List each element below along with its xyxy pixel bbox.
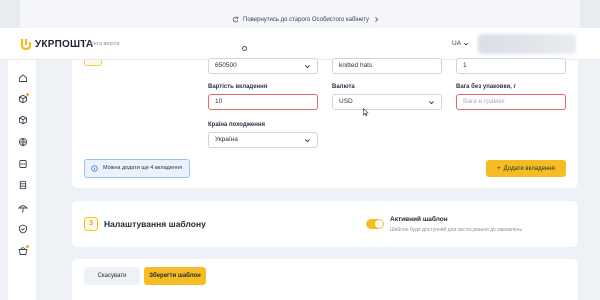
- origin-select[interactable]: Україна: [208, 132, 318, 148]
- globe-icon[interactable]: [18, 137, 28, 147]
- plus-icon: +: [497, 165, 501, 172]
- active-template-description: Шаблон буде доступний для застосування д…: [390, 227, 523, 233]
- step-badge: 3: [84, 217, 98, 231]
- quantity-value: 1: [463, 62, 467, 69]
- chevron-down-icon: [305, 139, 310, 143]
- toggle-knob: [375, 220, 383, 228]
- weight-input[interactable]: Вага в грамах: [456, 94, 566, 110]
- active-template-toggle[interactable]: [366, 219, 384, 229]
- origin-label: Країна походження: [208, 122, 265, 128]
- database-icon[interactable]: [18, 180, 28, 190]
- shield-check-icon[interactable]: [18, 224, 28, 234]
- save-template-button[interactable]: Зберегти шаблон: [144, 267, 206, 285]
- return-link-label: Повернутись до старого Особистого кабіне…: [243, 16, 369, 23]
- add-attachment-button[interactable]: + Додати вкладення: [486, 160, 566, 177]
- notification-dot: [26, 93, 29, 96]
- chevron-down-icon: [429, 101, 434, 105]
- chevron-down-icon: [463, 42, 469, 45]
- package-icon[interactable]: [18, 115, 28, 125]
- origin-value: Україна: [215, 136, 238, 143]
- template-settings-title: Налаштування шаблону: [104, 219, 206, 229]
- active-template-title: Активний шаблон: [390, 216, 448, 223]
- box-icon[interactable]: [18, 93, 29, 104]
- weight-placeholder: Вага в грамах: [463, 98, 505, 105]
- user-profile-blurred[interactable]: [478, 34, 576, 54]
- postal-code-value: 650500: [215, 62, 237, 69]
- info-note-text: Можна додати ще 4 вкладення: [103, 165, 182, 171]
- umbrella-icon[interactable]: [17, 203, 29, 213]
- notification-dot: [26, 245, 29, 248]
- refresh-icon: [232, 16, 239, 23]
- description-value: knitted hats: [339, 62, 373, 69]
- currency-value: USD: [339, 98, 353, 105]
- add-attachment-label: Додати вкладення: [503, 165, 555, 172]
- return-old-cabinet-link[interactable]: Повернутись до старого Особистого кабіне…: [232, 16, 380, 23]
- value-input[interactable]: 10: [208, 94, 318, 110]
- logo[interactable]: УКРПОШТА: [20, 38, 93, 50]
- stack-icon[interactable]: [18, 159, 28, 169]
- description-input[interactable]: knitted hats: [332, 58, 442, 74]
- ukrposhta-logo-icon: [20, 39, 32, 50]
- currency-select[interactable]: USD: [332, 94, 442, 110]
- value-label: Вартість вкладення: [208, 84, 268, 90]
- app-header: УКРПОШТА Бета версія UA: [0, 28, 600, 60]
- value-value: 10: [215, 98, 223, 105]
- chevron-down-icon: [305, 65, 310, 69]
- info-icon: [91, 165, 98, 172]
- sidebar: [8, 60, 36, 300]
- language-label: UA: [452, 40, 462, 47]
- mouse-cursor-icon: [363, 108, 369, 116]
- currency-label: Валюта: [332, 84, 355, 90]
- basket-icon[interactable]: [18, 245, 29, 256]
- quantity-input[interactable]: 1: [456, 58, 566, 74]
- attachments-info-note: Можна додати ще 4 вкладення: [84, 159, 190, 178]
- chevron-right-icon: [375, 17, 379, 22]
- postal-code-select[interactable]: 650500: [208, 58, 318, 74]
- home-icon[interactable]: [18, 73, 28, 83]
- beta-label: Бета версія: [84, 40, 119, 48]
- language-selector[interactable]: UA: [452, 40, 469, 47]
- cancel-button[interactable]: Скасувати: [84, 267, 140, 285]
- photo-upload-stub[interactable]: [84, 60, 102, 66]
- loading-indicator: [242, 46, 247, 51]
- weight-label: Вага без упаковки, г: [456, 84, 516, 90]
